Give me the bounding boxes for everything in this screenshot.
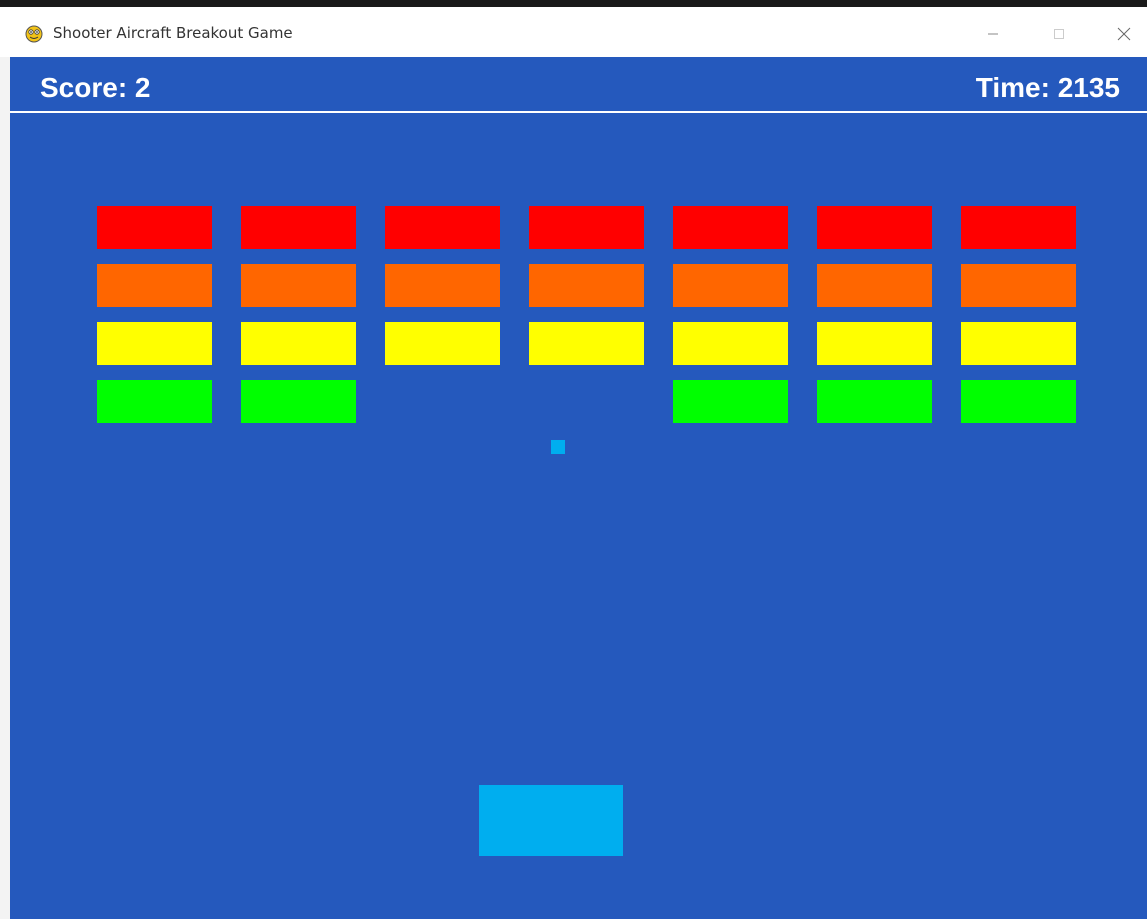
maximize-button[interactable] (1036, 14, 1082, 54)
brick-orange (817, 264, 932, 307)
brick-orange (529, 264, 644, 307)
maximize-icon (1054, 29, 1064, 39)
brick-yellow (529, 322, 644, 365)
brick-orange (961, 264, 1076, 307)
ball (551, 440, 565, 454)
brick-yellow (241, 322, 356, 365)
minimize-icon (988, 33, 998, 35)
brick-red (385, 206, 500, 249)
brick-yellow (961, 322, 1076, 365)
minimize-button[interactable] (970, 14, 1016, 54)
hud-divider (10, 111, 1147, 113)
brick-red (817, 206, 932, 249)
brick-orange (241, 264, 356, 307)
brick-green (673, 380, 788, 423)
brick-red (241, 206, 356, 249)
brick-yellow (817, 322, 932, 365)
brick-red (673, 206, 788, 249)
pygame-snake-icon (25, 25, 43, 43)
brick-yellow (673, 322, 788, 365)
title-bar[interactable]: Shooter Aircraft Breakout Game (0, 7, 1147, 57)
brick-orange (673, 264, 788, 307)
close-icon (1117, 27, 1131, 41)
window-left-border (0, 57, 10, 919)
window-top-edge (0, 0, 1147, 7)
brick-yellow (97, 322, 212, 365)
brick-red (961, 206, 1076, 249)
paddle[interactable] (479, 785, 623, 856)
brick-green (241, 380, 356, 423)
window-title: Shooter Aircraft Breakout Game (53, 24, 293, 42)
game-canvas[interactable]: Score: 2 Time: 2135 (10, 57, 1147, 919)
brick-green (97, 380, 212, 423)
score-display: Score: 2 (40, 72, 151, 103)
game-window: Shooter Aircraft Breakout Game Score: 2 … (0, 0, 1147, 919)
brick-orange (97, 264, 212, 307)
brick-red (529, 206, 644, 249)
brick-green (817, 380, 932, 423)
brick-yellow (385, 322, 500, 365)
time-display: Time: 2135 (975, 72, 1120, 103)
brick-red (97, 206, 212, 249)
brick-orange (385, 264, 500, 307)
close-button[interactable] (1101, 14, 1147, 54)
brick-green (961, 380, 1076, 423)
